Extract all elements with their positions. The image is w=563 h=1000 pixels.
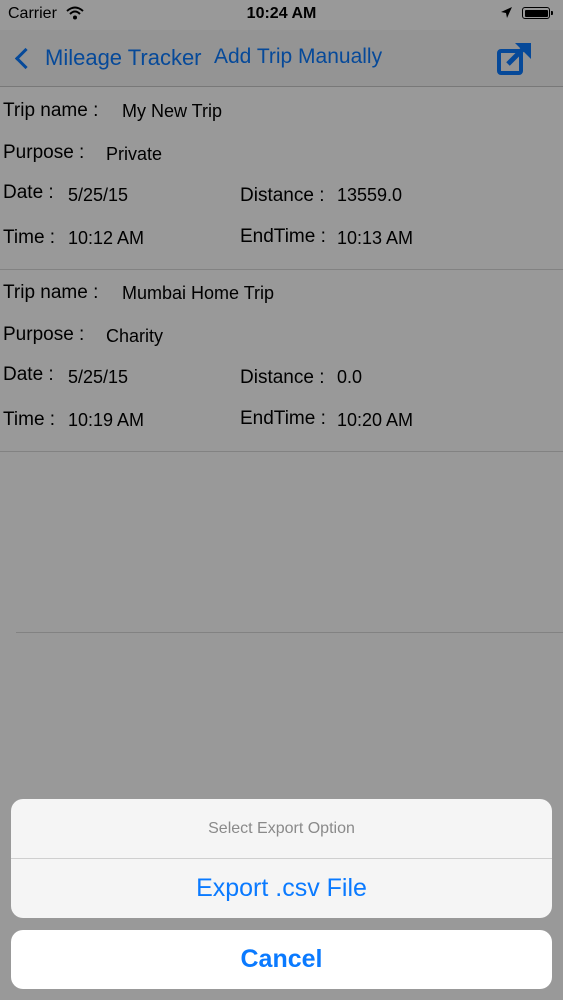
- cancel-button[interactable]: Cancel: [11, 930, 552, 989]
- export-csv-button[interactable]: Export .csv File: [11, 859, 552, 918]
- action-sheet-title: Select Export Option: [11, 799, 552, 859]
- action-sheet: Select Export Option Export .csv File: [11, 799, 552, 918]
